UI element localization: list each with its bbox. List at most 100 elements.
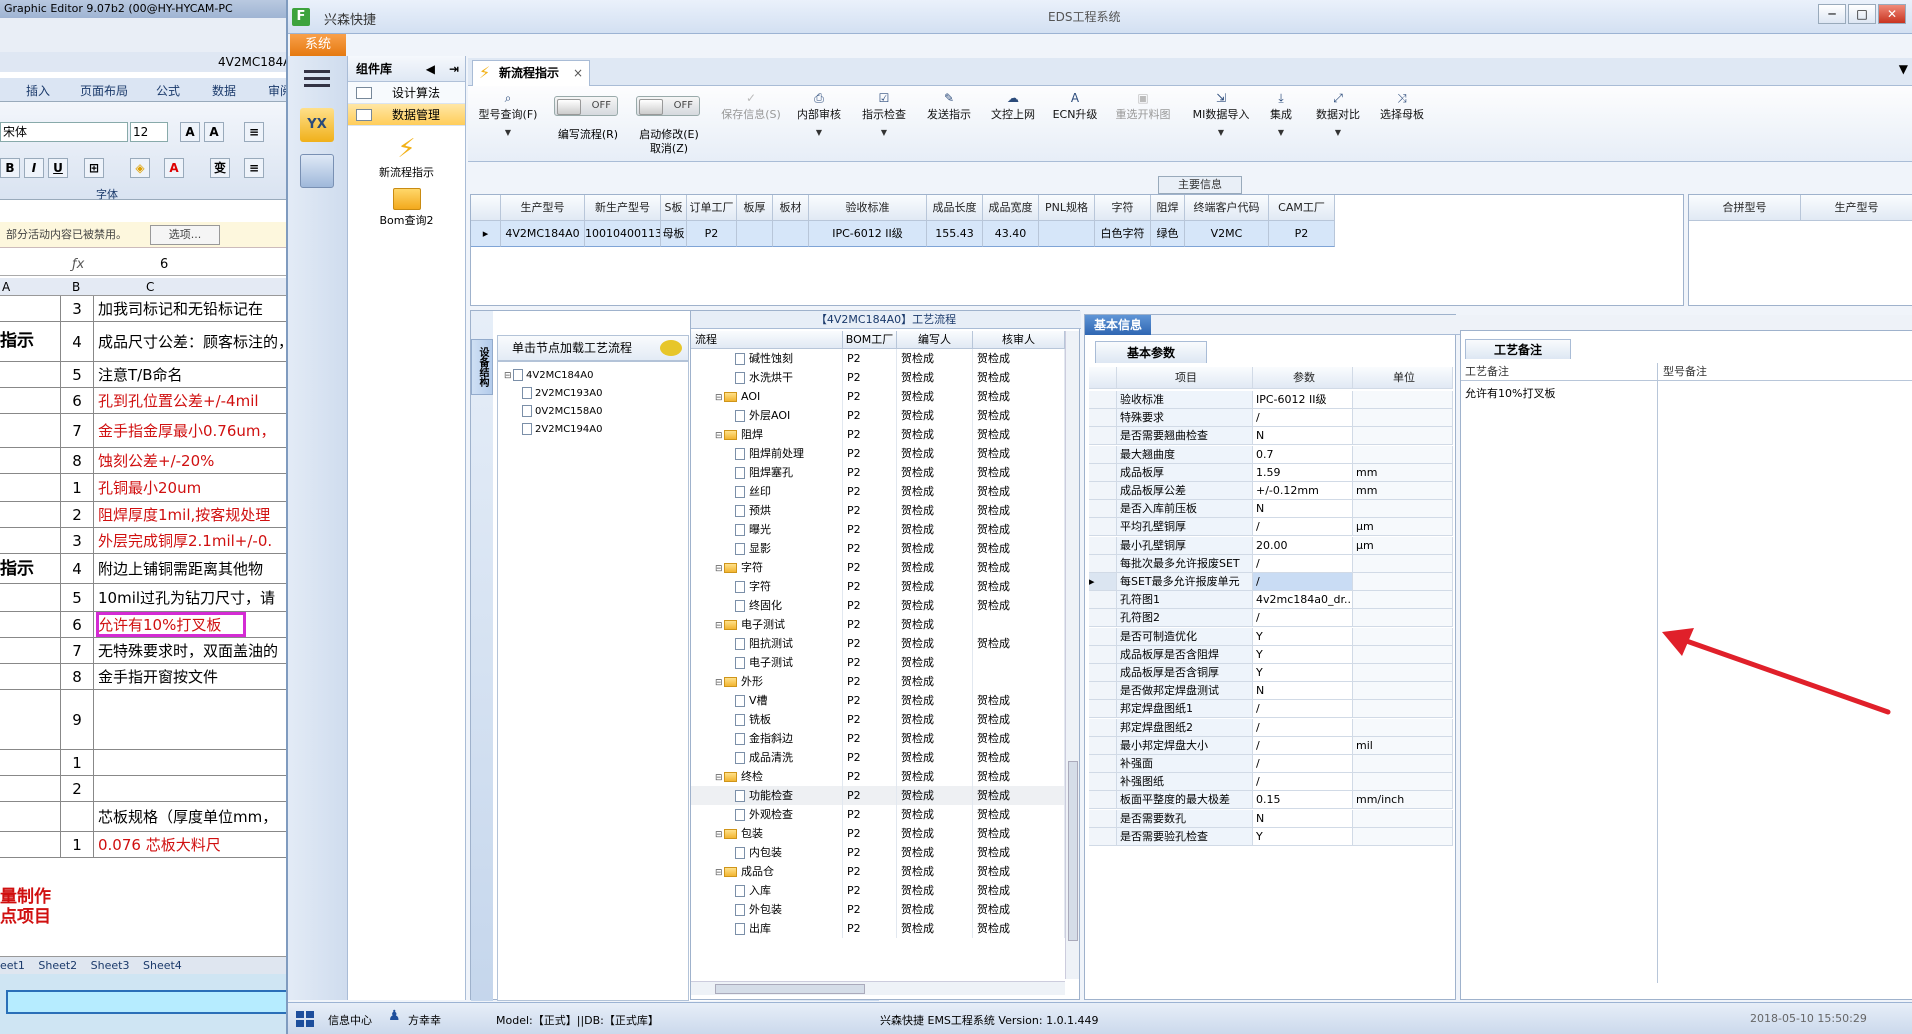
flow-row[interactable]: ⊟ 外形 P2 贺检成 bbox=[691, 672, 1065, 691]
param-value[interactable]: Y bbox=[1253, 645, 1353, 664]
flow-row[interactable]: 电子测试 P2 贺检成 bbox=[691, 653, 1065, 672]
flow-row[interactable]: 内包装 P2 贺检成 贺检成 bbox=[691, 843, 1065, 862]
excel-cell[interactable]: 附边上铺铜需距离其他物 bbox=[96, 554, 300, 583]
tree-root[interactable]: ⊟ 4V2MC184A0 bbox=[504, 368, 593, 384]
excel-cell[interactable]: 注意T/B命名 bbox=[96, 362, 300, 387]
flow-row[interactable]: 铣板 P2 贺检成 贺检成 bbox=[691, 710, 1065, 729]
reselect-drawing-button[interactable]: ▣ 重选开料图 bbox=[1110, 92, 1176, 122]
options-button[interactable]: 选项... bbox=[150, 225, 220, 245]
collapse-left-icon[interactable]: ◀ bbox=[426, 56, 435, 82]
formula-input[interactable]: 6 bbox=[160, 254, 168, 276]
grow-font-icon[interactable]: A bbox=[180, 122, 200, 142]
excel-cell[interactable]: 无特殊要求时，双面盖油的 bbox=[96, 638, 300, 663]
sheet-tab-2[interactable]: Sheet2 bbox=[38, 959, 77, 972]
integrate-button[interactable]: ⤓ 集成 ▼ bbox=[1264, 92, 1298, 137]
bold-icon[interactable]: B bbox=[0, 158, 20, 178]
flow-row[interactable]: 外包装 P2 贺检成 贺检成 bbox=[691, 900, 1065, 919]
excel-tab-formula[interactable]: 公式 bbox=[156, 82, 180, 99]
param-value[interactable]: / bbox=[1253, 718, 1353, 737]
excel-cell[interactable] bbox=[96, 750, 300, 775]
internal-review-button[interactable]: ⎙ 内部审核 ▼ bbox=[794, 92, 844, 137]
phonetic-icon[interactable]: 变 bbox=[210, 158, 230, 178]
expand-icon[interactable]: ⊟ bbox=[715, 560, 724, 577]
flow-row[interactable]: 入库 P2 贺检成 贺检成 bbox=[691, 881, 1065, 900]
param-value[interactable]: / bbox=[1253, 554, 1353, 573]
system-menu-tab[interactable]: 系统 bbox=[290, 34, 346, 56]
flow-vscrollbar[interactable] bbox=[1065, 331, 1079, 979]
param-value[interactable]: 0.7 bbox=[1253, 445, 1353, 464]
basic-param-row[interactable]: 是否需要翘曲检查 N bbox=[1089, 427, 1455, 446]
yx-icon[interactable]: YX bbox=[300, 108, 334, 142]
basic-param-row[interactable]: 特殊要求 / bbox=[1089, 409, 1455, 428]
minimize-button[interactable]: ─ bbox=[1818, 4, 1846, 24]
excel-cell[interactable]: 10mil过孔为钻刀尺寸，请 bbox=[96, 584, 300, 611]
param-value[interactable]: / bbox=[1253, 518, 1353, 537]
comment-icon[interactable] bbox=[660, 340, 682, 356]
flow-row[interactable]: 出库 P2 贺检成 贺检成 bbox=[691, 919, 1065, 938]
basic-param-row[interactable]: 孔符图2/ bbox=[1089, 609, 1455, 628]
flow-row[interactable]: ⊟ AOI P2 贺检成 贺检成 bbox=[691, 387, 1065, 406]
sheet-tab-3[interactable]: Sheet3 bbox=[91, 959, 130, 972]
expand-icon[interactable]: ⊟ bbox=[715, 617, 724, 634]
param-value[interactable]: / bbox=[1253, 609, 1353, 628]
expand-icon[interactable]: ⊟ bbox=[715, 864, 724, 881]
instruction-check-button[interactable]: ☑ 指示检查 ▼ bbox=[858, 92, 910, 137]
edit-flow-toggle[interactable]: OFF bbox=[554, 96, 618, 116]
flow-row[interactable]: 成品清洗 P2 贺检成 贺检成 bbox=[691, 748, 1065, 767]
flow-row[interactable]: ⊟ 电子测试 P2 贺检成 bbox=[691, 615, 1065, 634]
basic-param-row[interactable]: 是否入库前压板 N bbox=[1089, 500, 1455, 519]
shrink-font-icon[interactable]: A bbox=[204, 122, 224, 142]
excel-cell[interactable]: 0.076 芯板大料尺 bbox=[96, 832, 300, 857]
flow-row[interactable]: 水洗烘干 P2 贺检成 贺检成 bbox=[691, 368, 1065, 387]
flow-row[interactable]: 终固化 P2 贺检成 贺检成 bbox=[691, 596, 1065, 615]
library-item-data-management[interactable]: 数据管理 bbox=[348, 104, 465, 126]
flow-row[interactable]: 阻焊前处理 P2 贺检成 贺检成 bbox=[691, 444, 1065, 463]
excel-cell[interactable] bbox=[96, 776, 300, 801]
align-top-icon[interactable]: ≡ bbox=[244, 122, 264, 142]
param-value[interactable]: / bbox=[1253, 736, 1353, 755]
flow-row[interactable]: 外观检查 P2 贺检成 贺检成 bbox=[691, 805, 1065, 824]
pin-icon[interactable]: ⇥ bbox=[449, 56, 459, 82]
enable-modify-toggle[interactable]: OFF bbox=[636, 96, 700, 116]
border-icon[interactable]: ⊞ bbox=[84, 158, 104, 178]
model-query-button[interactable]: ⌕ 型号查询(F) ▼ bbox=[472, 92, 544, 137]
tab-new-flow[interactable]: ⚡ 新流程指示 × bbox=[472, 60, 590, 86]
excel-font-size[interactable]: 12 bbox=[130, 122, 168, 142]
expand-icon[interactable]: ⊟ bbox=[715, 769, 724, 786]
basic-param-row[interactable]: 每批次最多允许报废SET / bbox=[1089, 554, 1455, 573]
tree-child-3[interactable]: 2V2MC194A0 bbox=[522, 422, 602, 438]
flow-row[interactable]: ⊟ 阻焊 P2 贺检成 贺检成 bbox=[691, 425, 1065, 444]
basic-param-row[interactable]: 邦定焊盘图纸2/ bbox=[1089, 718, 1455, 737]
param-value[interactable]: / bbox=[1253, 700, 1353, 719]
param-value[interactable]: Y bbox=[1253, 827, 1353, 846]
basic-info-tab[interactable]: 基本信息 bbox=[1085, 315, 1151, 335]
process-remark-value[interactable]: 允许有10%打叉板 bbox=[1465, 385, 1555, 401]
italic-icon[interactable]: I bbox=[24, 158, 44, 178]
basic-param-row[interactable]: 验收标准 IPC-6012 II级 bbox=[1089, 391, 1455, 409]
flow-row[interactable]: 显影 P2 贺检成 贺检成 bbox=[691, 539, 1065, 558]
expand-icon[interactable]: ⊟ bbox=[715, 826, 724, 843]
flow-row[interactable]: 字符 P2 贺检成 贺检成 bbox=[691, 577, 1065, 596]
flow-hscrollbar[interactable] bbox=[691, 981, 1065, 995]
align-left-icon[interactable]: ≡ bbox=[244, 158, 264, 178]
flow-row[interactable]: 阻焊塞孔 P2 贺检成 贺检成 bbox=[691, 463, 1065, 482]
excel-font-name[interactable]: 宋体 bbox=[0, 122, 128, 142]
param-value[interactable]: N bbox=[1253, 427, 1353, 446]
sheet-tab-1[interactable]: eet1 bbox=[0, 959, 25, 972]
param-value[interactable]: / bbox=[1253, 755, 1353, 773]
sheet-tab-4[interactable]: Sheet4 bbox=[143, 959, 182, 972]
basic-param-row[interactable]: 成品板厚是否含阻焊 Y bbox=[1089, 645, 1455, 664]
basic-param-row[interactable]: 最大翘曲度 0.7 bbox=[1089, 445, 1455, 464]
process-remark-tab[interactable]: 工艺备注 bbox=[1465, 339, 1571, 359]
param-value[interactable]: N bbox=[1253, 682, 1353, 701]
param-value[interactable]: / bbox=[1253, 773, 1353, 792]
flow-row[interactable]: V槽 P2 贺检成 贺检成 bbox=[691, 691, 1065, 710]
select-master-button[interactable]: ⤨ 选择母板 bbox=[1374, 92, 1430, 122]
flow-row[interactable]: ⊟ 字符 P2 贺检成 贺检成 bbox=[691, 558, 1065, 577]
underline-icon[interactable]: U bbox=[48, 158, 68, 178]
excel-cell[interactable]: 成品尺寸公差：顾客标注的，公差按照+/-0.1mm。 bbox=[96, 322, 300, 361]
tree-child-1[interactable]: 2V2MC193A0 bbox=[522, 386, 602, 402]
structure-vtab[interactable]: 设备结构 bbox=[471, 339, 493, 395]
param-value[interactable]: +/-0.12mm bbox=[1253, 482, 1353, 500]
calculator-icon[interactable] bbox=[300, 154, 334, 188]
